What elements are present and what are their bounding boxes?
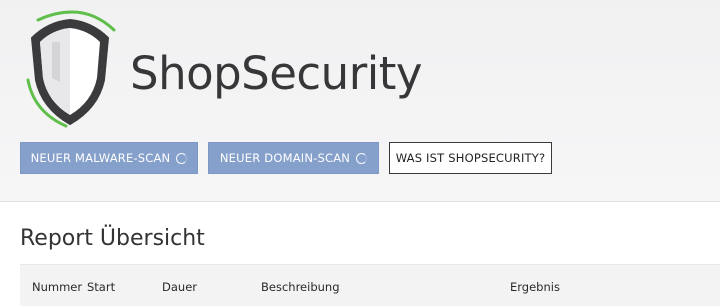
loading-spinner-icon [356, 152, 368, 164]
loading-spinner-icon [176, 152, 188, 164]
column-header-ergebnis[interactable]: Ergebnis [510, 280, 560, 294]
column-header-start[interactable]: Start [87, 280, 115, 294]
new-domain-scan-label: Neuer Domain-Scan [219, 151, 351, 165]
column-header-beschreibung[interactable]: Beschreibung [261, 280, 340, 294]
new-malware-scan-label: Neuer Malware-Scan [30, 151, 171, 165]
what-is-shopsecurity-button[interactable]: Was ist ShopSecurity? [389, 142, 552, 174]
app-header: ShopSecurity Neuer Malware-Scan Neuer Do… [0, 0, 720, 202]
column-header-dauer[interactable]: Dauer [162, 280, 197, 294]
report-table-header: Nummer Start Dauer Beschreibung Ergebnis [20, 264, 720, 306]
app-title: ShopSecurity [130, 47, 422, 100]
shield-logo-icon [20, 8, 120, 133]
new-domain-scan-button[interactable]: Neuer Domain-Scan [208, 142, 379, 174]
what-is-shopsecurity-label: Was ist ShopSecurity? [395, 151, 546, 165]
page-title: Report Übersicht [20, 226, 205, 251]
column-header-nummer[interactable]: Nummer [32, 280, 82, 294]
new-malware-scan-button[interactable]: Neuer Malware-Scan [20, 142, 198, 174]
